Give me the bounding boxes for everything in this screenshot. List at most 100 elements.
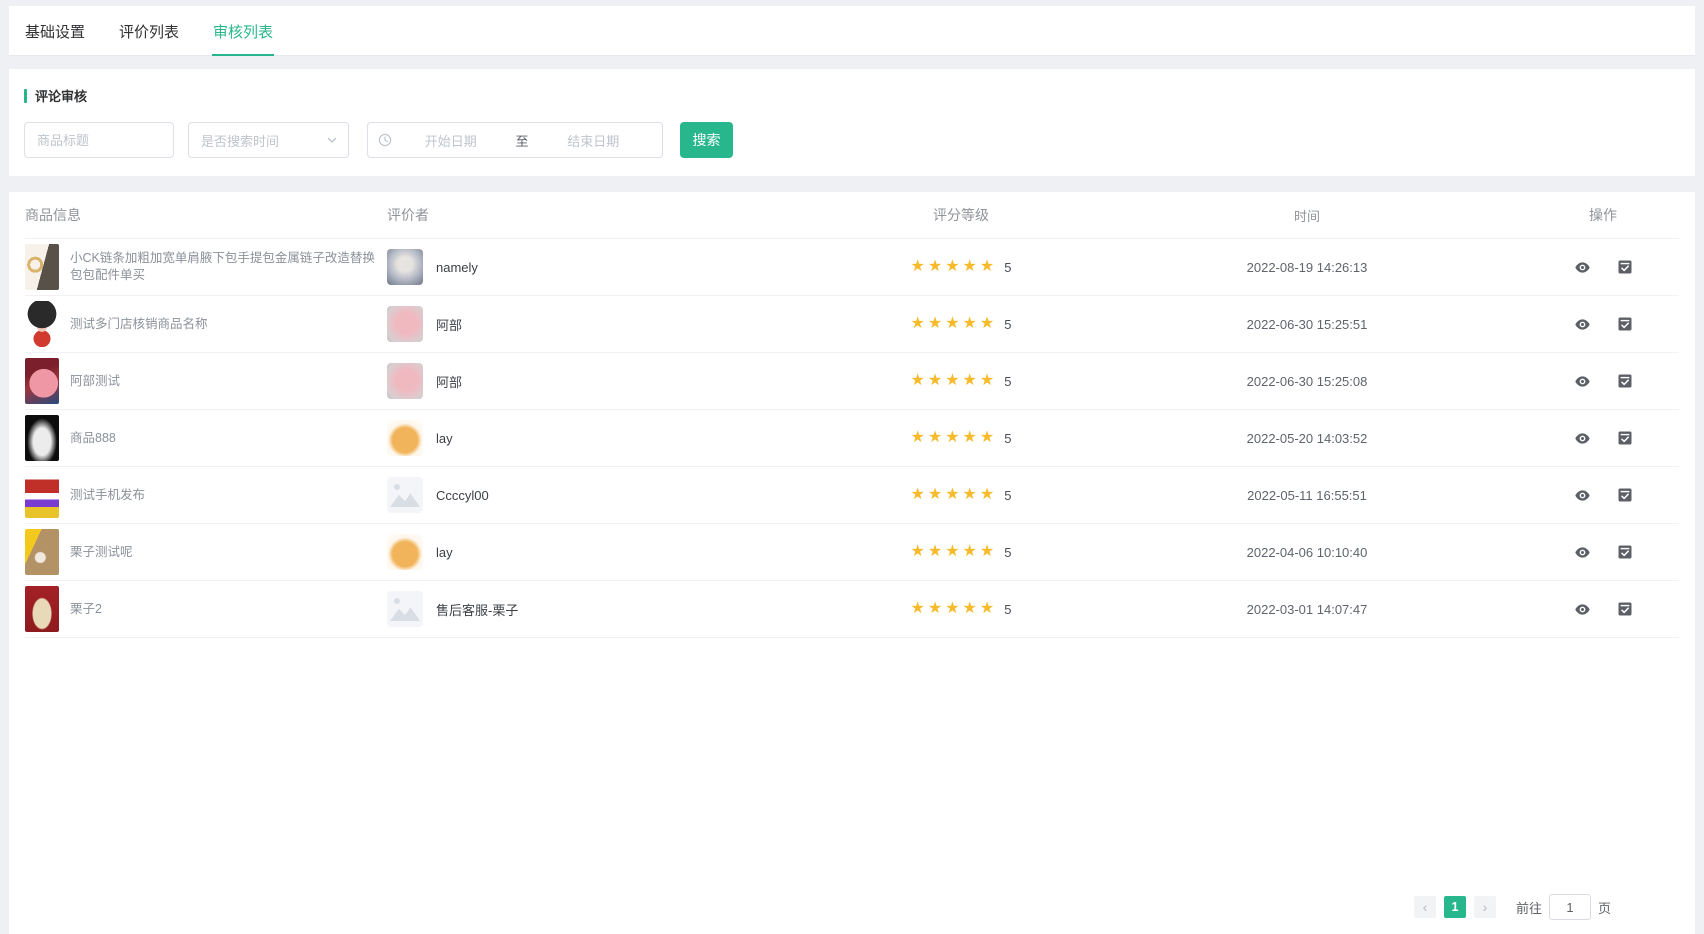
reviewer-avatar bbox=[387, 306, 423, 342]
column-header-rating: 评分等级 bbox=[835, 205, 1087, 225]
select-placeholder: 是否搜索时间 bbox=[201, 131, 279, 150]
view-icon[interactable] bbox=[1574, 373, 1591, 390]
reviewer-avatar bbox=[387, 363, 423, 399]
audit-check-icon[interactable] bbox=[1617, 373, 1633, 389]
table-row: 商品888 lay ★★★★★ 5 2022-05-20 14:03:52 bbox=[25, 409, 1679, 466]
rating-value: 5 bbox=[1004, 545, 1011, 560]
table-row: 测试多门店核销商品名称 阿部 ★★★★★ 5 2022-06-30 15:25:… bbox=[25, 295, 1679, 352]
tab-bar: 基础设置 评价列表 审核列表 bbox=[9, 6, 1695, 56]
view-icon[interactable] bbox=[1574, 544, 1591, 561]
reviewer-name: namely bbox=[436, 260, 478, 275]
rating-value: 5 bbox=[1004, 602, 1011, 617]
view-icon[interactable] bbox=[1574, 430, 1591, 447]
column-header-reviewer: 评价者 bbox=[387, 205, 835, 225]
table-body: 小CK链条加粗加宽单肩腋下包手提包金属链子改造替换包包配件单买 namely ★… bbox=[25, 238, 1679, 638]
review-time: 2022-06-30 15:25:08 bbox=[1087, 374, 1527, 389]
start-date-input[interactable]: 开始日期 bbox=[392, 131, 510, 150]
reviewer-avatar bbox=[387, 420, 423, 456]
reviewer-name: 阿部 bbox=[436, 372, 462, 391]
view-icon[interactable] bbox=[1574, 487, 1591, 504]
reviewer-avatar bbox=[387, 477, 423, 513]
page-unit-label: 页 bbox=[1598, 898, 1611, 917]
reviewer-name: lay bbox=[436, 431, 453, 446]
rating-value: 5 bbox=[1004, 317, 1011, 332]
column-header-product: 商品信息 bbox=[25, 205, 387, 225]
review-time: 2022-06-30 15:25:51 bbox=[1087, 317, 1527, 332]
review-time: 2022-08-19 14:26:13 bbox=[1087, 260, 1527, 275]
audit-check-icon[interactable] bbox=[1617, 487, 1633, 503]
end-date-input[interactable]: 结束日期 bbox=[535, 131, 653, 150]
star-rating: ★★★★★ bbox=[911, 259, 998, 275]
review-time: 2022-05-11 16:55:51 bbox=[1087, 488, 1527, 503]
page-1-button[interactable]: 1 bbox=[1444, 896, 1466, 918]
product-title: 商品888 bbox=[70, 430, 116, 447]
rating-value: 5 bbox=[1004, 431, 1011, 446]
table-row: 栗子测试呢 lay ★★★★★ 5 2022-04-06 10:10:40 bbox=[25, 523, 1679, 580]
product-title: 栗子2 bbox=[70, 601, 102, 618]
star-rating: ★★★★★ bbox=[911, 430, 998, 446]
view-icon[interactable] bbox=[1574, 601, 1591, 618]
time-search-select[interactable]: 是否搜索时间 bbox=[188, 122, 349, 158]
prev-page-button[interactable]: ‹ bbox=[1414, 896, 1436, 918]
star-rating: ★★★★★ bbox=[911, 373, 998, 389]
review-time: 2022-03-01 14:07:47 bbox=[1087, 602, 1527, 617]
product-image bbox=[25, 301, 59, 347]
tab-audit-list[interactable]: 审核列表 bbox=[212, 6, 274, 56]
product-image bbox=[25, 472, 59, 518]
column-header-action: 操作 bbox=[1527, 205, 1679, 225]
view-icon[interactable] bbox=[1574, 316, 1591, 333]
audit-check-icon[interactable] bbox=[1617, 430, 1633, 446]
audit-check-icon[interactable] bbox=[1617, 316, 1633, 332]
product-title: 测试手机发布 bbox=[70, 487, 145, 504]
product-image bbox=[25, 358, 59, 404]
reviewer-name: 阿部 bbox=[436, 315, 462, 334]
product-image bbox=[25, 415, 59, 461]
product-title: 小CK链条加粗加宽单肩腋下包手提包金属链子改造替换包包配件单买 bbox=[70, 250, 382, 284]
rating-value: 5 bbox=[1004, 260, 1011, 275]
product-image bbox=[25, 586, 59, 632]
audit-check-icon[interactable] bbox=[1617, 544, 1633, 560]
audit-table-panel: 商品信息 评价者 评分等级 时间 操作 小CK链条加粗加宽单肩腋下包手提包金属链… bbox=[9, 192, 1695, 934]
star-rating: ★★★★★ bbox=[911, 544, 998, 560]
table-row: 阿部测试 阿部 ★★★★★ 5 2022-06-30 15:25:08 bbox=[25, 352, 1679, 409]
date-range-picker[interactable]: 开始日期 至 结束日期 bbox=[367, 122, 663, 158]
rating-value: 5 bbox=[1004, 374, 1011, 389]
product-title: 栗子测试呢 bbox=[70, 544, 133, 561]
reviewer-name: lay bbox=[436, 545, 453, 560]
audit-check-icon[interactable] bbox=[1617, 601, 1633, 617]
section-title: 评论审核 bbox=[24, 86, 1680, 105]
product-title: 阿部测试 bbox=[70, 373, 120, 390]
clock-icon bbox=[378, 133, 392, 147]
product-image bbox=[25, 244, 59, 290]
chevron-down-icon bbox=[326, 134, 338, 146]
column-header-time: 时间 bbox=[1087, 206, 1527, 225]
reviewer-avatar bbox=[387, 534, 423, 570]
table-row: 测试手机发布 Ccccyl00 ★★★★★ 5 2022-05-11 16:55… bbox=[25, 466, 1679, 523]
filter-row: 是否搜索时间 开始日期 至 结束日期 搜索 bbox=[24, 122, 1680, 158]
table-row: 栗子2 售后客服-栗子 ★★★★★ 5 2022-03-01 14:07:47 bbox=[25, 580, 1679, 637]
table-header: 商品信息 评价者 评分等级 时间 操作 bbox=[25, 192, 1679, 238]
audit-check-icon[interactable] bbox=[1617, 259, 1633, 275]
tab-basic-settings[interactable]: 基础设置 bbox=[24, 6, 86, 55]
reviewer-name: Ccccyl00 bbox=[436, 488, 489, 503]
tab-review-list[interactable]: 评价列表 bbox=[118, 6, 180, 55]
star-rating: ★★★★★ bbox=[911, 316, 998, 332]
next-page-button[interactable]: › bbox=[1474, 896, 1496, 918]
section-title-text: 评论审核 bbox=[35, 86, 87, 105]
comment-audit-panel: 评论审核 是否搜索时间 开始日期 至 结束日期 搜索 bbox=[9, 69, 1695, 176]
reviewer-avatar bbox=[387, 591, 423, 627]
product-title-input[interactable] bbox=[24, 122, 174, 158]
title-accent-bar bbox=[24, 89, 27, 103]
review-time: 2022-04-06 10:10:40 bbox=[1087, 545, 1527, 560]
audit-page: 基础设置 评价列表 审核列表 评论审核 是否搜索时间 开始日期 至 bbox=[0, 0, 1704, 934]
date-range-separator: 至 bbox=[510, 131, 535, 150]
view-icon[interactable] bbox=[1574, 259, 1591, 276]
goto-page-input[interactable] bbox=[1549, 894, 1591, 920]
product-title: 测试多门店核销商品名称 bbox=[70, 316, 208, 333]
goto-label: 前往 bbox=[1516, 898, 1542, 917]
star-rating: ★★★★★ bbox=[911, 487, 998, 503]
star-rating: ★★★★★ bbox=[911, 601, 998, 617]
reviewer-avatar bbox=[387, 249, 423, 285]
search-button[interactable]: 搜索 bbox=[680, 122, 733, 158]
reviewer-name: 售后客服-栗子 bbox=[436, 600, 518, 619]
